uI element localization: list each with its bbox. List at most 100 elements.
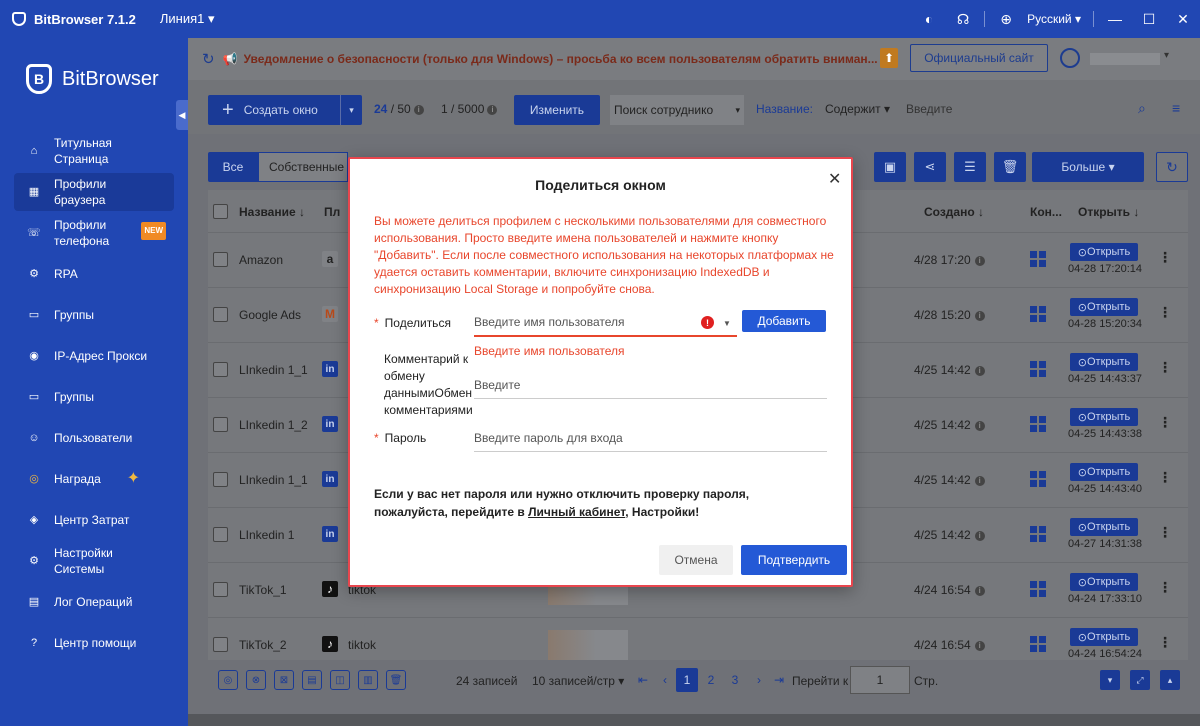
row-checkbox[interactable] [213,637,228,652]
security-notice[interactable]: Уведомление о безопасности (только для W… [244,52,894,66]
change-button[interactable]: Изменить [514,95,600,125]
sidebar-item-phone-profiles[interactable]: ☏ Профили телефона NEW [14,214,174,252]
next-page-icon[interactable]: › [748,668,770,692]
upgrade-icon[interactable]: ⬆ [880,48,898,68]
tab-own[interactable]: Собственные [258,152,348,182]
scroll-up-icon[interactable]: ▴ [1160,670,1180,690]
contains-select[interactable]: Содержит ▾ [825,102,890,116]
clear-cache-icon[interactable]: ▥ [358,670,378,690]
filter-icon[interactable]: ≡ [1172,100,1180,116]
avatar[interactable] [1060,48,1080,68]
chevron-down-icon[interactable]: ▾ [340,95,362,125]
more-options-icon[interactable]: ⋮ [1158,359,1172,376]
info-icon[interactable]: i [974,640,985,651]
sidebar-item-help[interactable]: ? Центр помощи [14,624,174,662]
theme-toggle-icon[interactable]: ◐ [918,8,940,30]
info-icon[interactable]: i [974,365,985,376]
open-button[interactable]: ⊙ Открыть [1070,463,1138,481]
sidebar-collapse-button[interactable]: ◀ [176,100,188,130]
window-icon[interactable]: ◫ [330,670,350,690]
header-con[interactable]: Кон... [1030,205,1062,219]
info-icon[interactable]: i [413,104,424,115]
sidebar-item-cost-center[interactable]: ◈ Центр Затрат [14,501,174,539]
info-icon[interactable]: i [974,310,985,321]
sidebar-item-proxy[interactable]: ◉ IP-Адрес Прокси [14,337,174,375]
header-name[interactable]: Название ↓ [239,205,305,219]
password-input[interactable]: Введите пароль для входа [474,424,827,452]
open-button[interactable]: ⊙ Открыть [1070,518,1138,536]
more-options-icon[interactable]: ⋮ [1158,634,1172,651]
share-icon[interactable]: ⋖ [914,152,946,182]
sidebar-item-browser-profiles[interactable]: ▦ Профили браузера [14,173,174,211]
info-icon[interactable]: i [974,255,985,266]
row-checkbox[interactable] [213,582,228,597]
last-page-icon[interactable]: ⇥ [768,668,790,692]
page-2[interactable]: 2 [700,668,722,692]
chrome-icon[interactable]: ◎ [218,670,238,690]
minimize-icon[interactable]: — [1104,8,1126,30]
delete-icon[interactable]: 🗑 [386,670,406,690]
sidebar-item-groups[interactable]: ▭ Группы [14,296,174,334]
sidebar-item-rpa[interactable]: ⚙ RPA [14,255,174,293]
globe-icon[interactable]: ⊕ [995,8,1017,30]
row-checkbox[interactable] [213,472,228,487]
language-select[interactable]: Русский ▾ [1027,12,1081,26]
per-page-select[interactable]: 10 записей/стр ▾ [532,674,624,688]
close-icon[interactable]: ✕ [828,169,841,189]
sidebar-item-reward[interactable]: ◎ Награда ✦ [14,460,174,498]
open-button[interactable]: ⊙ Открыть [1070,353,1138,371]
open-button[interactable]: ⊙ Открыть [1070,628,1138,646]
sidebar-item-settings[interactable]: ⚙ Настройки Системы [14,542,174,580]
chevron-down-icon[interactable]: ▼ [723,319,731,328]
personal-cabinet-link[interactable]: Личный кабинет [528,505,625,519]
header-open[interactable]: Открыть ↓ [1078,205,1139,219]
chevron-down-icon[interactable]: ▾ [1164,50,1169,61]
info-icon[interactable]: i [974,475,985,486]
page-3[interactable]: 3 [724,668,746,692]
row-checkbox[interactable] [213,252,228,267]
sidebar-item-groups-2[interactable]: ▭ Группы [14,378,174,416]
row-checkbox[interactable] [213,307,228,322]
sidebar-item-log[interactable]: ▤ Лог Операций [14,583,174,621]
tab-all[interactable]: Все [208,152,258,182]
select-all-checkbox[interactable] [213,204,228,219]
horizontal-scrollbar[interactable] [188,714,1200,726]
goto-page-input[interactable]: 1 [850,666,910,694]
share-username-input[interactable]: Введите имя пользователя [474,309,737,337]
header-platform[interactable]: Пл [324,205,340,219]
row-checkbox[interactable] [213,527,228,542]
support-icon[interactable]: ☊ [952,8,974,30]
search-input[interactable]: Введите [906,102,952,116]
list-icon[interactable]: ☰ [954,152,986,182]
cancel-button[interactable]: Отмена [659,545,733,575]
more-options-icon[interactable]: ⋮ [1158,249,1172,266]
open-button[interactable]: ⊙ Открыть [1070,573,1138,591]
maximize-icon[interactable]: ☐ [1138,8,1160,30]
close-icon[interactable]: ✕ [1172,8,1194,30]
open-button[interactable]: ⊙ Открыть [1070,298,1138,316]
prev-page-icon[interactable]: ‹ [654,668,676,692]
scroll-down-icon[interactable]: ▾ [1100,670,1120,690]
info-icon[interactable]: i [487,104,498,115]
more-options-icon[interactable]: ⋮ [1158,524,1172,541]
row-checkbox[interactable] [213,362,228,377]
sidebar-item-users[interactable]: ☺ Пользователи [14,419,174,457]
info-icon[interactable]: i [974,530,985,541]
open-button[interactable]: ⊙ Открыть [1070,243,1138,261]
sidebar-item-home[interactable]: ⌂ Титульная Страница [14,132,174,170]
more-options-icon[interactable]: ⋮ [1158,579,1172,596]
more-button[interactable]: Больше ▾ [1032,152,1144,182]
header-created[interactable]: Создано ↓ [924,205,984,219]
reload-icon[interactable]: ↻ [1156,152,1188,182]
search-icon[interactable]: ⌕ [1138,100,1146,117]
info-icon[interactable]: i [974,420,985,431]
save-icon[interactable]: ▣ [874,152,906,182]
expand-icon[interactable]: ⤢ [1130,670,1150,690]
comment-input[interactable]: Введите [474,371,827,399]
print-icon[interactable]: ▤ [302,670,322,690]
info-icon[interactable]: i [974,585,985,596]
employee-search-select[interactable]: Поиск сотруднико ▾ [610,95,744,125]
close-all-icon[interactable]: ⊗ [246,670,266,690]
close-selected-icon[interactable]: ⊠ [274,670,294,690]
line-selector[interactable]: Линия1 ▾ [160,11,215,27]
